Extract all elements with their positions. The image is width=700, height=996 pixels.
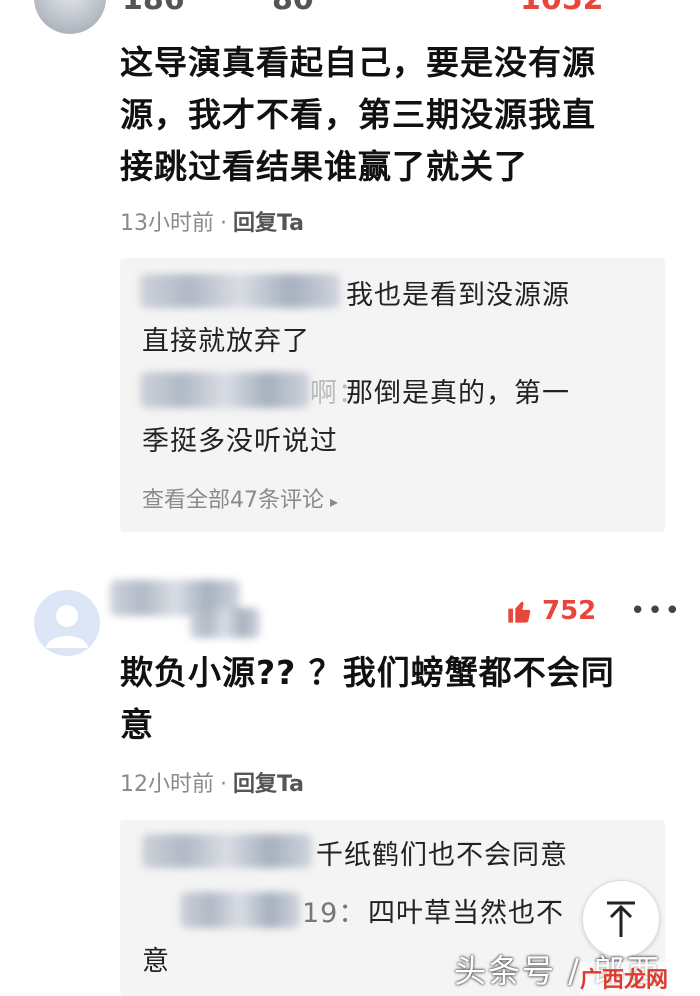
reply-button[interactable]: 回复Ta [233, 772, 304, 797]
reply-text: 四叶草当然也不 [368, 898, 564, 929]
comment-text-line-2: 意 [120, 705, 154, 744]
blurred-username [142, 834, 312, 868]
separator-dot: · [220, 211, 227, 236]
comment-meta: 13小时前 · 回复Ta [120, 205, 304, 237]
watermark-site: 广西龙网 [580, 962, 669, 994]
arrow-up-icon [607, 901, 635, 937]
comment-meta: 12小时前 · 回复Ta [120, 766, 304, 798]
like-count-cut: 186 [122, 0, 185, 17]
more-options-icon[interactable]: ••• [630, 596, 682, 626]
default-avatar-icon [46, 605, 88, 648]
reply-text: 千纸鹤们也不会同意 [316, 840, 568, 871]
comment-time: 13小时前 [120, 211, 214, 236]
comment-text-line-1: 这导演真看起自己，要是没有源 [120, 43, 596, 82]
like-count-right-cut: 1052 [520, 0, 604, 17]
blurred-username [140, 372, 310, 408]
comment-text-line-1: 欺负小源?? ？我们螃蟹都不会同 [120, 653, 615, 692]
blurred-username [190, 608, 260, 638]
reply-text: 意 [142, 946, 170, 977]
avatar[interactable] [34, 590, 100, 656]
blurred-username [180, 892, 300, 928]
separator-dot: · [220, 772, 227, 797]
view-all-comments-link[interactable]: 查看全部47条评论 ▸ [142, 482, 338, 514]
chevron-right-icon: ▸ [330, 492, 339, 511]
reply-count-cut: 80 [272, 0, 314, 17]
reply-text: 那倒是真的，第一 [346, 378, 570, 409]
avatar[interactable] [34, 0, 106, 34]
comment-text-line-2: 源，我才不看，第三期没源我直 [120, 95, 596, 134]
like-count: 752 [542, 596, 597, 626]
reply-username-suffix: 19： [302, 898, 367, 929]
thumbs-up-icon [508, 601, 531, 623]
like-button[interactable]: 752 [506, 596, 596, 626]
reply-button[interactable]: 回复Ta [233, 211, 304, 236]
comment-time: 12小时前 [120, 772, 214, 797]
reply-text: 直接就放弃了 [142, 326, 310, 357]
comment-text-line-3: 接跳过看结果谁赢了就关了 [120, 147, 528, 186]
reply-text: 季挺多没听说过 [142, 426, 338, 457]
reply-text: 我也是看到没源源 [346, 280, 570, 311]
blurred-username [140, 274, 340, 308]
reply-box[interactable]: 我也是看到没源源 直接就放弃了 啊： 那倒是真的，第一 季挺多没听说过 查看全部… [120, 258, 665, 532]
view-all-label: 查看全部47条评论 [142, 488, 324, 513]
